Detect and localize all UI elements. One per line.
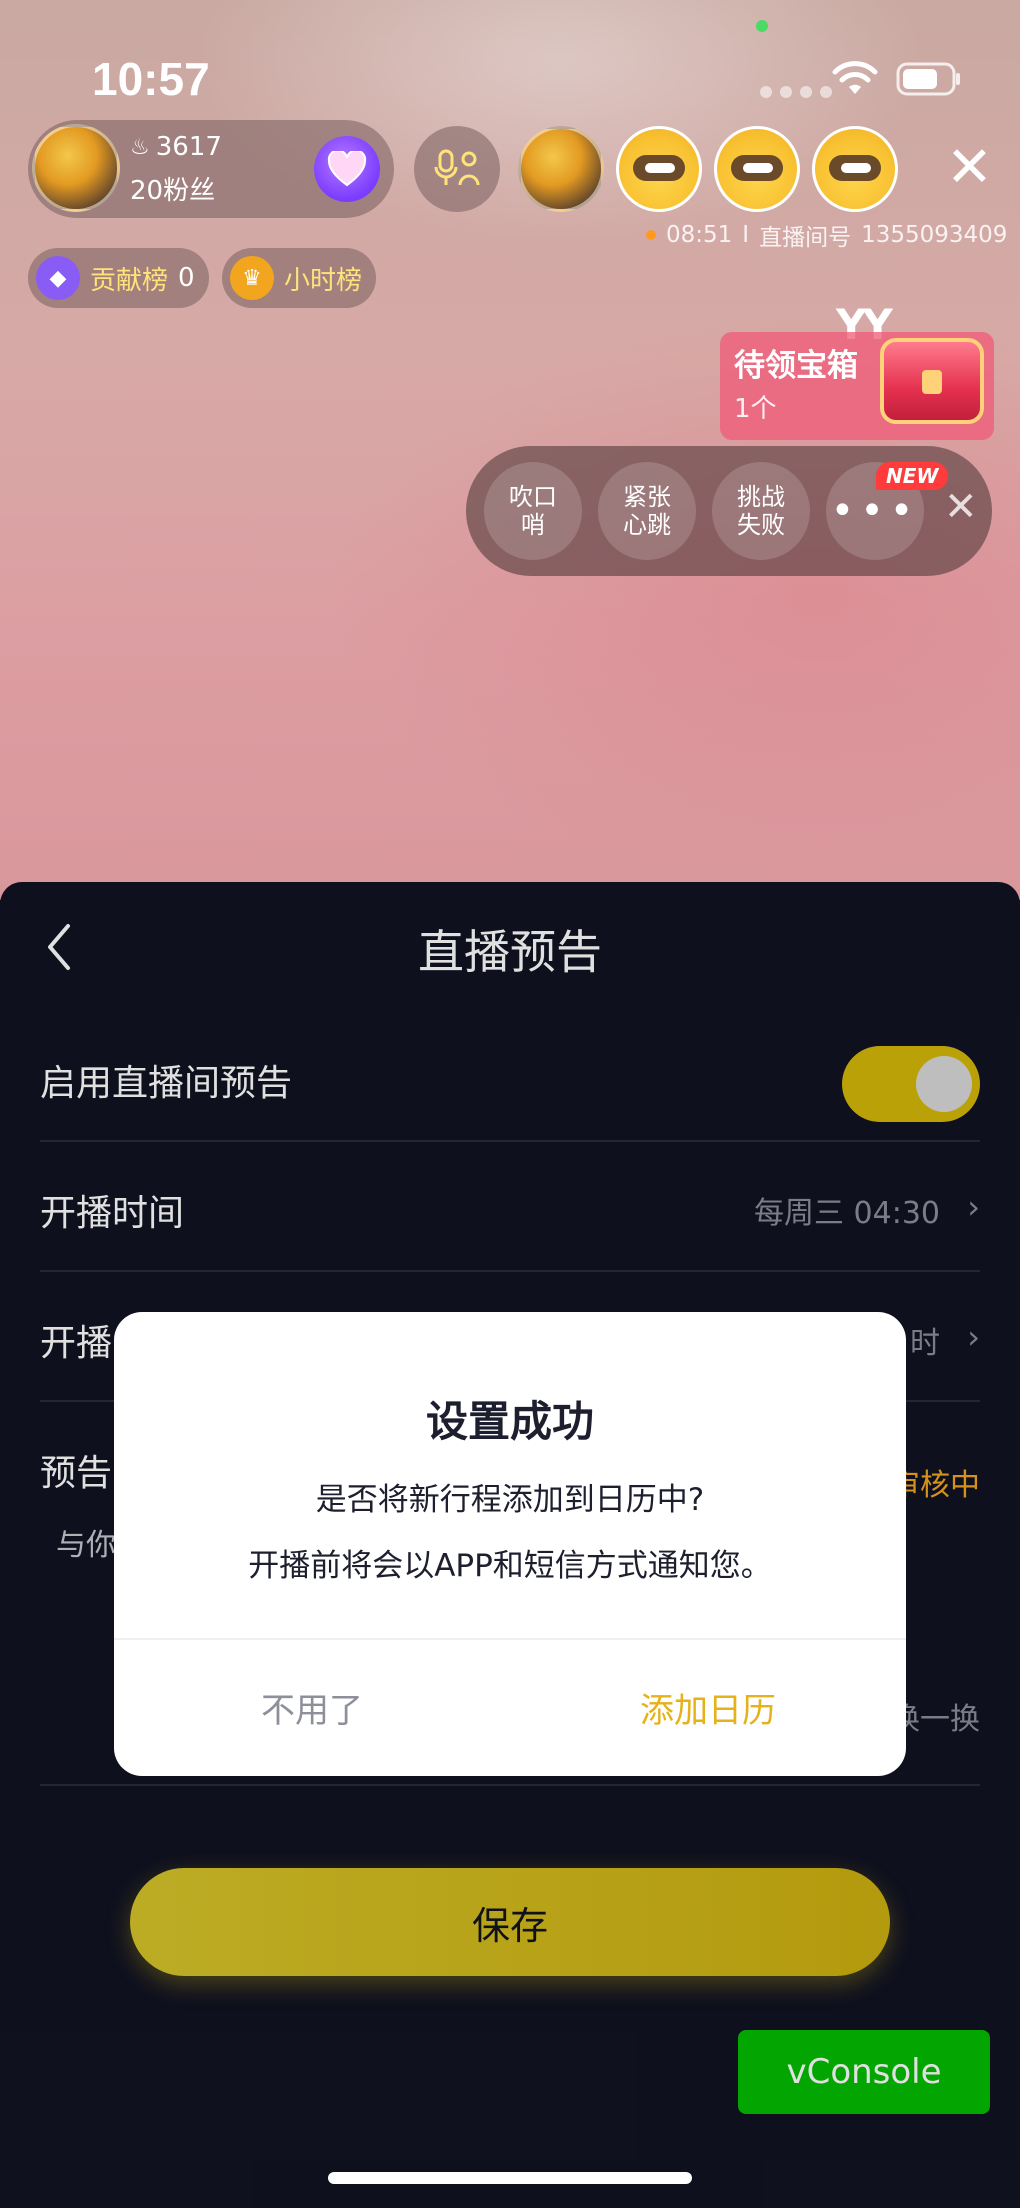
dialog-cancel-button[interactable]: 不用了 [114, 1638, 510, 1776]
privacy-indicator-dot [756, 20, 768, 32]
effect-heartbeat-button[interactable]: 紧张心跳 [598, 462, 696, 560]
live-indicator-dot [646, 230, 656, 240]
flame-icon: ♨ [130, 134, 150, 160]
host-heat: ♨ 3617 [130, 132, 222, 162]
new-badge: NEW [876, 462, 949, 490]
room-info: 08:51 I 直播间号 1355093409 [646, 218, 1007, 252]
treasure-title: 待领宝箱 [734, 348, 858, 384]
wifi-icon [832, 61, 878, 94]
dialog-message: 开播前将会以APP和短信方式通知您。 [248, 1548, 772, 1584]
hourly-rank-label: 小时榜 [284, 265, 363, 296]
room-id: 1355093409 [861, 222, 1008, 248]
effect-label: 吹口哨 [509, 483, 557, 539]
effect-whistle-button[interactable]: 吹口哨 [484, 462, 582, 560]
mic-icon [434, 149, 480, 186]
viewer-avatar[interactable] [812, 126, 898, 212]
treasure-chest-icon [880, 338, 984, 424]
signal-icon [760, 86, 832, 98]
status-time: 10:57 [92, 53, 210, 105]
dialog-message: 是否将新行程添加到日历中? [315, 1482, 705, 1518]
home-indicator[interactable] [328, 2172, 692, 2184]
treasure-count: 1个 [734, 394, 777, 424]
host-heat-value: 3617 [155, 132, 222, 162]
live-duration: 08:51 [666, 222, 733, 248]
contribution-rank-count: 0 [178, 263, 195, 293]
contribution-rank-label: 贡献榜 [90, 265, 169, 296]
viewer-avatar[interactable] [518, 126, 604, 212]
viewer-avatar[interactable] [616, 126, 702, 212]
diamond-icon: ◆ [36, 256, 80, 300]
more-effects-glyph: ••• [830, 488, 920, 534]
contribution-rank-button[interactable]: ◆ 贡献榜 0 [28, 248, 209, 308]
crown-icon: ♛ [230, 256, 274, 300]
host-avatar[interactable] [32, 124, 120, 212]
dialog-title: 设置成功 [425, 1397, 594, 1446]
heart-icon [327, 151, 367, 187]
effect-label: 挑战失败 [737, 483, 785, 539]
room-separator: I [742, 222, 750, 248]
effect-label: 紧张心跳 [623, 483, 671, 539]
add-calendar-button[interactable]: 添加日历 [510, 1638, 906, 1776]
close-icon[interactable]: ✕ [946, 140, 993, 196]
success-dialog: 设置成功 是否将新行程添加到日历中? 开播前将会以APP和短信方式通知您。 不用… [114, 1312, 906, 1776]
host-fans-count: 20粉丝 [130, 176, 216, 206]
follow-button[interactable] [314, 136, 380, 202]
treasure-box-button[interactable]: 待领宝箱 1个 [720, 332, 994, 440]
effect-fail-button[interactable]: 挑战失败 [712, 462, 810, 560]
viewer-avatar[interactable] [714, 126, 800, 212]
voice-link-button[interactable] [414, 126, 500, 212]
sound-effects-bar: 吹口哨 紧张心跳 挑战失败 ••• NEW ✕ [466, 446, 992, 576]
host-info-pill[interactable]: ♨ 3617 20粉丝 [28, 120, 394, 218]
room-label: 直播间号 [759, 225, 852, 251]
close-icon[interactable]: ✕ [944, 484, 978, 530]
hourly-rank-button[interactable]: ♛ 小时榜 [222, 248, 377, 308]
battery-icon [896, 62, 960, 96]
